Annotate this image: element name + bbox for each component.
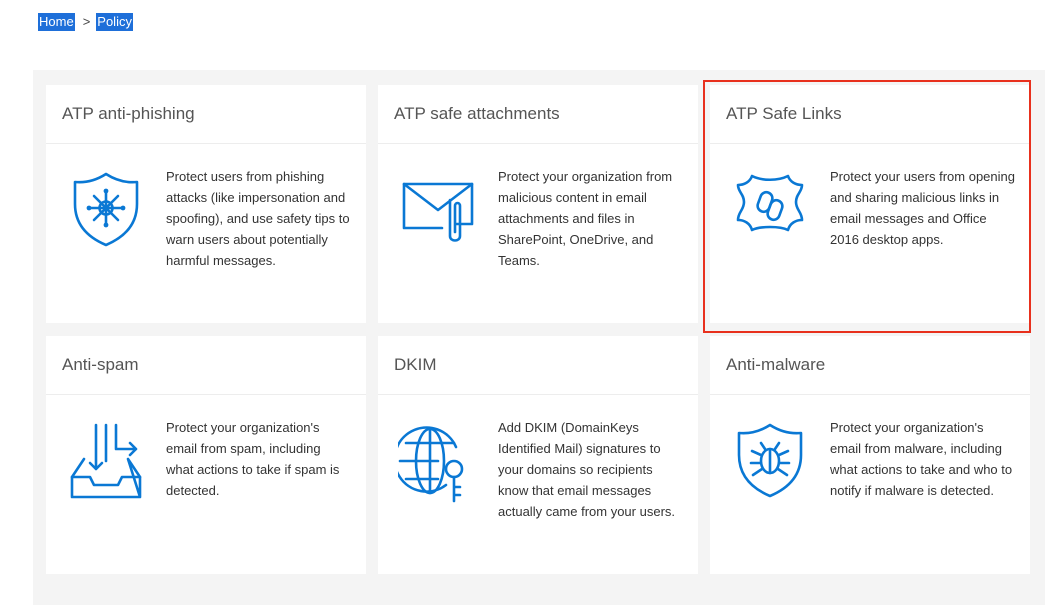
shield-link-icon [710,166,830,250]
card-anti-malware[interactable]: Anti-malware Protect your organization's… [710,336,1030,574]
card-anti-spam[interactable]: Anti-spam Protect your organization's em… [46,336,366,574]
globe-key-icon [378,417,498,522]
card-dkim[interactable]: DKIM Add DKIM (DomainKeys Identified Mai… [378,336,698,574]
shield-bug-icon [710,417,830,501]
card-description: Protect your organization's email from s… [166,420,340,498]
card-description: Protect your users from opening and shar… [830,169,1015,247]
card-title: Anti-malware [710,336,1030,395]
card-description: Protect users from phishing attacks (lik… [166,169,350,268]
breadcrumb: Home > Policy [38,13,133,31]
card-title: ATP Safe Links [710,85,1030,144]
card-title: Anti-spam [46,336,366,395]
card-title: ATP safe attachments [378,85,698,144]
envelope-paperclip-icon [378,166,498,271]
breadcrumb-current-link[interactable]: Policy [96,13,133,31]
card-description: Add DKIM (DomainKeys Identified Mail) si… [498,420,676,519]
inbox-spam-icon [46,417,166,503]
card-title: ATP anti-phishing [46,85,366,144]
breadcrumb-separator: > [82,14,91,29]
card-description: Protect your organization from malicious… [498,169,673,268]
card-atp-safe-links[interactable]: ATP Safe Links Protect your users from o… [710,85,1030,323]
shield-phishing-icon [46,166,166,271]
card-description: Protect your organization's email from m… [830,420,1013,498]
card-atp-anti-phishing[interactable]: ATP anti-phishing Protect users from phi… [46,85,366,323]
breadcrumb-home-link[interactable]: Home [38,13,75,31]
card-title: DKIM [378,336,698,395]
card-atp-safe-attachments[interactable]: ATP safe attachments Protect your organi… [378,85,698,323]
